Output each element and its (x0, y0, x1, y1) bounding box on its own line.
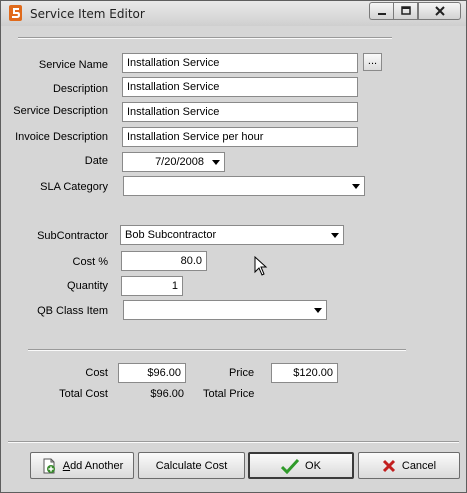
window-title: Service Item Editor (30, 7, 145, 21)
add-another-button[interactable]: Add Another (30, 452, 134, 479)
service-description-input[interactable]: Installation Service (122, 102, 358, 122)
calculate-cost-label: Calculate Cost (155, 459, 228, 472)
service-description-label: Service Description (13, 105, 108, 117)
price-input[interactable]: $120.00 (271, 363, 338, 383)
add-document-icon (43, 458, 55, 473)
close-button[interactable] (418, 2, 461, 20)
calculate-cost-button[interactable]: Calculate Cost (138, 452, 245, 479)
totals-divider (28, 349, 406, 351)
quantity-label: Quantity (67, 280, 108, 292)
top-divider (18, 37, 392, 39)
subcontractor-label: SubContractor (37, 230, 108, 242)
total-cost-label: Total Cost (59, 388, 108, 400)
maximize-icon (400, 6, 411, 15)
date-label: Date (84, 155, 108, 167)
cost-input[interactable]: $96.00 (118, 363, 186, 383)
service-name-browse-button[interactable]: ... (363, 53, 382, 71)
description-input[interactable]: Installation Service (122, 77, 358, 97)
chevron-down-icon[interactable] (331, 233, 339, 238)
sla-category-select[interactable] (123, 176, 365, 196)
app-icon (9, 5, 22, 21)
cost-percent-label: Cost % (72, 256, 108, 268)
chevron-down-icon[interactable] (352, 184, 360, 189)
date-value: 7/20/2008 (155, 156, 204, 168)
cancel-label: Cancel (401, 459, 437, 472)
total-price-label: Total Price (203, 388, 255, 400)
invoice-description-label: Invoice Description (15, 131, 108, 143)
add-another-mnemonic: A (62, 459, 71, 472)
cost-label: Cost (85, 367, 108, 379)
add-another-text: dd Another (70, 459, 124, 472)
total-cost-value: $96.00 (150, 388, 184, 400)
minimize-icon (377, 13, 386, 15)
close-icon (434, 6, 445, 16)
ok-button[interactable]: OK (248, 452, 354, 479)
subcontractor-select[interactable]: Bob Subcontractor (120, 225, 344, 245)
date-picker[interactable]: 7/20/2008 (122, 152, 225, 172)
ok-label: OK (305, 459, 321, 472)
subcontractor-value: Bob Subcontractor (125, 229, 217, 241)
sla-category-label: SLA Category (40, 181, 108, 193)
minimize-button[interactable] (369, 2, 393, 20)
maximize-button[interactable] (393, 2, 418, 20)
price-label: Price (229, 367, 255, 379)
chevron-down-icon[interactable] (212, 160, 220, 165)
cancel-button[interactable]: Cancel (358, 452, 460, 479)
button-bar-divider (8, 441, 459, 443)
title-bar[interactable]: Service Item Editor (1, 1, 466, 26)
invoice-description-input[interactable]: Installation Service per hour (122, 127, 358, 147)
chevron-down-icon[interactable] (314, 308, 322, 313)
quantity-input[interactable]: 1 (121, 276, 183, 296)
cost-percent-input[interactable]: 80.0 (121, 251, 207, 271)
service-name-input[interactable]: Installation Service (122, 53, 358, 73)
service-item-editor-window: Service Item Editor Service Name Install… (0, 0, 467, 493)
qb-class-item-label: QB Class Item (37, 305, 108, 317)
mouse-pointer-icon (254, 256, 268, 276)
service-name-label: Service Name (38, 59, 108, 71)
description-label: Description (52, 83, 108, 95)
add-another-label: Add Another (63, 460, 124, 472)
x-icon (382, 459, 395, 472)
checkmark-icon (281, 458, 300, 474)
qb-class-item-select[interactable] (123, 300, 327, 320)
